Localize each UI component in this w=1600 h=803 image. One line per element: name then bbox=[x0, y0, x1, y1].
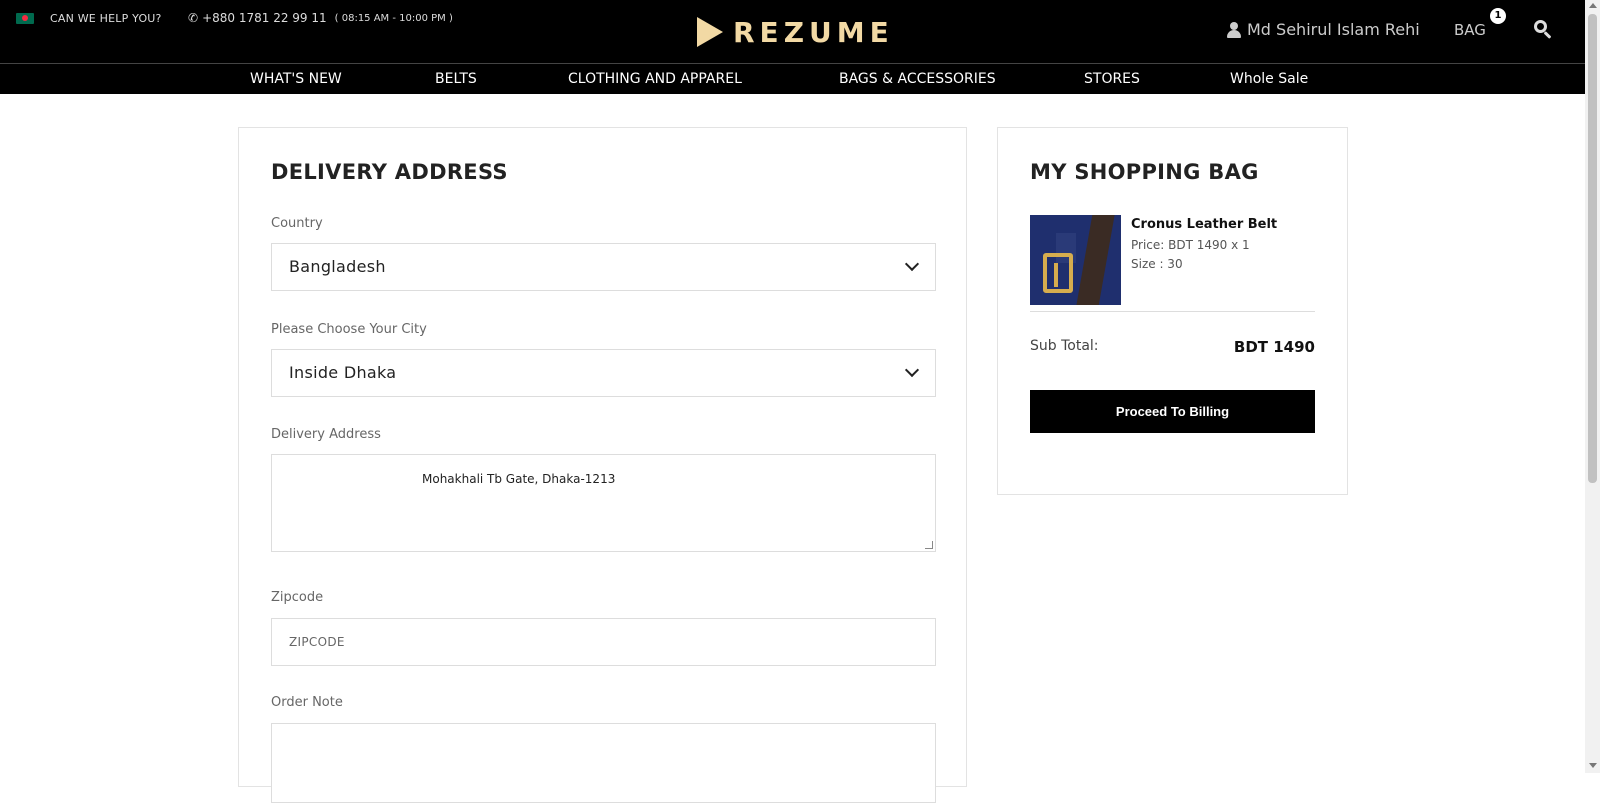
search-icon[interactable] bbox=[1534, 20, 1552, 39]
zipcode-placeholder: ZIPCODE bbox=[289, 635, 345, 649]
resize-handle-icon[interactable] bbox=[925, 541, 933, 549]
city-select[interactable]: Inside Dhaka bbox=[271, 349, 936, 397]
user-name: Md Sehirul Islam Rehi bbox=[1247, 20, 1420, 39]
subtotal-value: BDT 1490 bbox=[1233, 338, 1315, 356]
delivery-address-card: DELIVERY ADDRESS Country Bangladesh Plea… bbox=[238, 127, 967, 803]
scroll-down-arrow-icon[interactable] bbox=[1589, 763, 1597, 768]
chevron-down-icon bbox=[904, 256, 920, 272]
bag-link[interactable]: BAG bbox=[1454, 21, 1486, 39]
delivery-address-label: Delivery Address bbox=[271, 427, 381, 442]
proceed-to-billing-button[interactable]: Proceed To Billing bbox=[1030, 390, 1315, 433]
brand-wordmark: REZUME bbox=[733, 15, 894, 49]
country-select[interactable]: Bangladesh bbox=[271, 243, 936, 291]
nav-item-whats-new[interactable]: WHAT'S NEW bbox=[250, 71, 342, 87]
bag-count-badge: 1 bbox=[1490, 8, 1506, 24]
user-icon bbox=[1227, 21, 1241, 38]
page-scrollbar[interactable] bbox=[1585, 0, 1600, 773]
city-value: Inside Dhaka bbox=[289, 363, 397, 382]
delivery-address-textarea[interactable]: Mohakhali Tb Gate, Dhaka-1213 bbox=[271, 454, 936, 552]
bangladesh-flag-icon bbox=[16, 13, 34, 24]
nav-item-clothing[interactable]: CLOTHING AND APPAREL bbox=[568, 71, 742, 87]
product-image[interactable] bbox=[1030, 215, 1121, 305]
nav-item-stores[interactable]: STORES bbox=[1084, 71, 1140, 87]
business-hours: ( 08:15 AM - 10:00 PM ) bbox=[334, 12, 453, 24]
city-label: Please Choose Your City bbox=[271, 322, 427, 337]
delivery-address-title: DELIVERY ADDRESS bbox=[271, 160, 508, 184]
product-name[interactable]: Cronus Leather Belt bbox=[1131, 217, 1277, 232]
order-note-label: Order Note bbox=[271, 695, 343, 710]
play-triangle-icon bbox=[697, 17, 723, 47]
country-value: Bangladesh bbox=[289, 257, 386, 276]
shopping-bag-card: MY SHOPPING BAG Cronus Leather Belt Pric… bbox=[997, 127, 1348, 495]
phone-icon: ✆ bbox=[188, 11, 199, 25]
chevron-down-icon bbox=[904, 362, 920, 378]
phone-contact[interactable]: ✆ +880 1781 22 99 11 ( 08:15 AM - 10:00 … bbox=[188, 11, 453, 25]
divider bbox=[1030, 311, 1315, 312]
top-header: CAN WE HELP YOU? ✆ +880 1781 22 99 11 ( … bbox=[0, 0, 1585, 63]
brand-logo[interactable]: REZUME bbox=[697, 15, 894, 49]
zipcode-label: Zipcode bbox=[271, 590, 324, 605]
scroll-up-arrow-icon[interactable] bbox=[1589, 3, 1597, 8]
user-account-link[interactable]: Md Sehirul Islam Rehi bbox=[1227, 20, 1420, 39]
order-note-textarea[interactable] bbox=[271, 723, 936, 803]
nav-item-wholesale[interactable]: Whole Sale bbox=[1230, 71, 1308, 87]
phone-number: +880 1781 22 99 11 bbox=[202, 11, 327, 25]
nav-item-bags-accessories[interactable]: BAGS & ACCESSORIES bbox=[839, 71, 996, 87]
country-label: Country bbox=[271, 216, 323, 231]
main-nav: WHAT'S NEW BELTS CLOTHING AND APPAREL BA… bbox=[0, 63, 1585, 94]
shopping-bag-title: MY SHOPPING BAG bbox=[1030, 160, 1259, 184]
product-price: Price: BDT 1490 x 1 bbox=[1131, 238, 1250, 252]
delivery-address-value: Mohakhali Tb Gate, Dhaka-1213 bbox=[422, 472, 616, 486]
zipcode-input[interactable]: ZIPCODE bbox=[271, 618, 936, 666]
help-text[interactable]: CAN WE HELP YOU? bbox=[50, 12, 162, 25]
subtotal-label: Sub Total: bbox=[1030, 338, 1099, 354]
scrollbar-thumb[interactable] bbox=[1588, 14, 1597, 483]
nav-item-belts[interactable]: BELTS bbox=[435, 71, 477, 87]
product-size: Size : 30 bbox=[1131, 257, 1183, 271]
